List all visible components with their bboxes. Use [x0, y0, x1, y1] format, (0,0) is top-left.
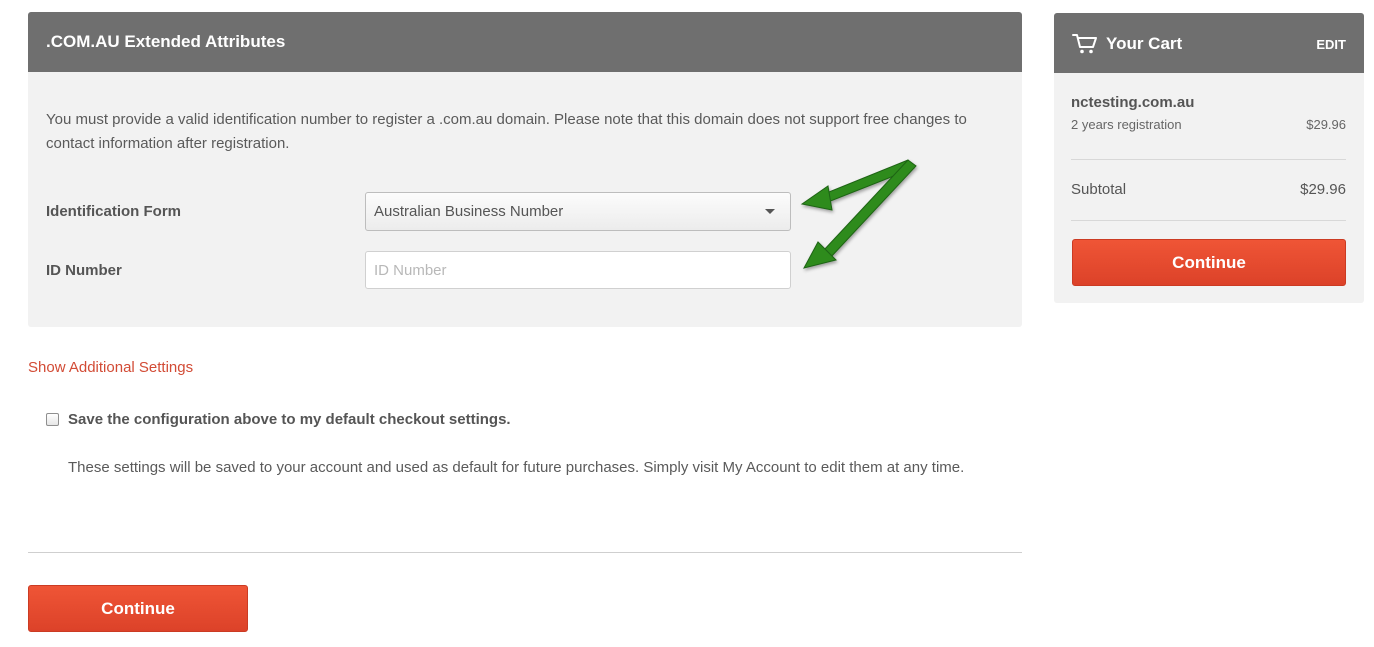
panel-description: You must provide a valid identification …: [46, 111, 967, 152]
cart-subtotal-label: Subtotal: [1071, 181, 1127, 198]
section-divider: [28, 552, 1022, 553]
cart-item-term: 2 years registration: [1071, 117, 1182, 132]
continue-button[interactable]: Continue: [28, 585, 248, 632]
identification-form-label: Identification Form: [46, 203, 181, 220]
id-number-label: ID Number: [46, 262, 122, 279]
cart-title: Your Cart: [1106, 34, 1183, 53]
chevron-down-icon: [765, 209, 775, 214]
cart-item-price: $29.96: [1306, 117, 1346, 132]
annotation-arrows: [800, 159, 917, 269]
id-number-input[interactable]: [365, 251, 791, 289]
cart-divider: [1071, 159, 1346, 160]
identification-form-select[interactable]: Australian Business Number: [365, 192, 791, 231]
cart-divider: [1071, 220, 1346, 221]
cart-edit-link[interactable]: EDIT: [1316, 37, 1346, 52]
save-config-checkbox[interactable]: [46, 413, 59, 426]
save-config-help: These settings will be saved to your acc…: [68, 459, 965, 476]
save-config-label: Save the configuration above to my defau…: [68, 411, 511, 428]
identification-form-selected-value: Australian Business Number: [374, 203, 564, 220]
panel-title: .COM.AU Extended Attributes: [28, 12, 1022, 72]
cart-item-domain: nctesting.com.au: [1071, 94, 1195, 111]
show-additional-settings-link[interactable]: Show Additional Settings: [28, 359, 193, 376]
cart-panel: Your Cart EDIT nctesting.com.au 2 years …: [1054, 13, 1364, 303]
cart-header: Your Cart EDIT: [1054, 13, 1364, 73]
cart-continue-button[interactable]: Continue: [1072, 239, 1346, 286]
cart-icon: [1072, 34, 1097, 54]
cart-subtotal-value: $29.96: [1300, 181, 1346, 198]
